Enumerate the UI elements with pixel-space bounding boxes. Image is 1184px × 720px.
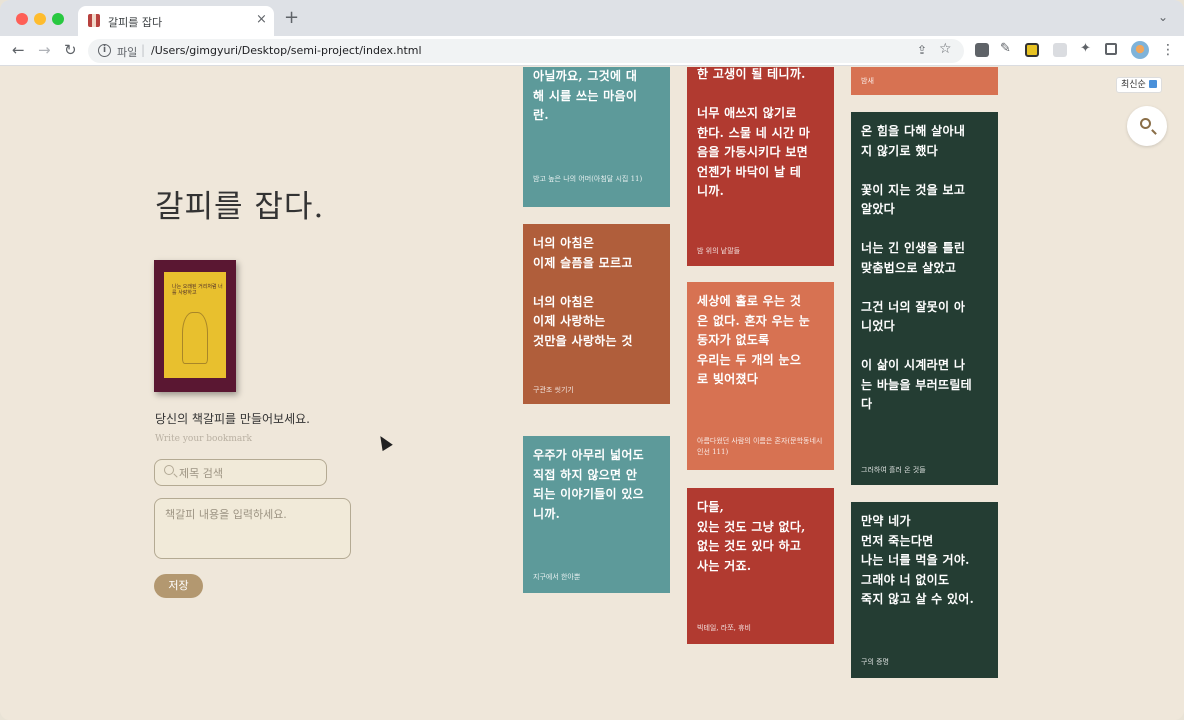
card-quote: 만약 네가 먼저 죽는다면 나는 너를 먹을 거야. 그래야 너 없이도 죽지 … — [861, 514, 975, 606]
tab-title: 갈피를 잡다 — [108, 16, 163, 29]
share-icon[interactable]: ⇪ — [917, 43, 927, 57]
card-source: 밤 위의 낱말들 — [697, 247, 741, 255]
card-source: 그러하여 흘러 온 것들 — [861, 466, 926, 474]
maximize-window-button[interactable] — [52, 13, 64, 25]
new-tab-button[interactable]: + — [284, 9, 299, 27]
extension-icon[interactable] — [975, 43, 989, 57]
bookmark-card[interactable]: 세상에 홀로 우는 것 은 없다. 혼자 우는 눈 동자가 없도록 우리는 두 … — [687, 282, 834, 470]
card-quote: 세상에 홀로 우는 것 은 없다. 혼자 우는 눈 동자가 없도록 우리는 두 … — [697, 294, 811, 386]
menu-kebab-icon[interactable]: ⋮ — [1161, 41, 1175, 59]
bookmark-card[interactable]: 만약 네가 먼저 죽는다면 나는 너를 먹을 거야. 그래야 너 없이도 죽지 … — [851, 502, 998, 678]
sort-order-dropdown[interactable]: 최신순 — [1116, 77, 1162, 93]
floating-search-button[interactable] — [1127, 106, 1167, 146]
bookmark-card[interactable]: 우주가 아무리 넓어도 직접 하지 않으면 안 되는 이야기들이 있으 니까. … — [523, 436, 670, 593]
url-scheme-label: 파일 — [117, 46, 138, 59]
info-icon[interactable]: i — [98, 44, 111, 57]
bookmark-card[interactable]: 다들, 있는 것도 그냥 없다, 없는 것도 있다 하고 사는 거죠. 빅테일,… — [687, 488, 834, 644]
url-separator: | — [141, 43, 146, 57]
address-bar[interactable]: i 파일 | /Users/gimgyuri/Desktop/semi-proj… — [88, 39, 964, 63]
minimize-window-button[interactable] — [34, 13, 46, 25]
card-quote: 온 힘을 다해 살아내 지 않기로 했다 꽃이 지는 것을 보고 알았다 너는 … — [861, 124, 973, 411]
dropdown-icon — [1148, 80, 1157, 88]
reload-icon[interactable]: ↻ — [64, 41, 77, 59]
bookmark-card[interactable]: 너의 아침은 이제 슬픔을 모르고 너의 아침은 이제 사랑하는 것만을 사랑하… — [523, 224, 670, 404]
extension-icon[interactable] — [1053, 43, 1067, 57]
bookmark-card[interactable]: 온 힘을 다해 살아내 지 않기로 했다 꽃이 지는 것을 보고 알았다 너는 … — [851, 112, 998, 485]
search-icon — [1140, 118, 1151, 129]
card-source: 밤고 높은 나의 어머(아침달 시집 11) — [533, 175, 643, 183]
tab-strip: 갈피를 잡다 × + ⌄ — [0, 0, 1184, 36]
close-window-button[interactable] — [16, 13, 28, 25]
browser-toolbar: ← → ↻ i 파일 | /Users/gimgyuri/Desktop/sem… — [0, 36, 1184, 66]
side-panel-icon[interactable] — [1105, 43, 1117, 55]
bookmark-prompt-sub: Write your bookmark — [155, 434, 253, 444]
save-button[interactable]: 저장 — [154, 574, 203, 598]
bookmark-favicon-icon — [88, 14, 100, 27]
title-search-input[interactable] — [179, 465, 319, 481]
profile-avatar[interactable] — [1131, 41, 1149, 59]
book-cover-image: 나는 오래된 거리처럼 너를 사랑하고 — [154, 260, 236, 392]
card-source: 아름다웠던 사람의 이름은 혼자(문학동네시인선 111) — [697, 437, 823, 456]
bookmark-card[interactable]: 밤새 — [851, 67, 998, 95]
bookmark-card[interactable]: 한 고생이 될 테니까. 너무 애쓰지 않기로 한다. 스물 네 시간 마 음을… — [687, 67, 834, 266]
forward-arrow-icon[interactable]: → — [38, 41, 51, 59]
card-source: 구의 증명 — [861, 658, 889, 666]
bookmark-star-icon[interactable]: ☆ — [939, 41, 952, 57]
bookmark-prompt: 당신의 책갈피를 만들어보세요. — [155, 412, 310, 426]
tab-close-icon[interactable]: × — [256, 12, 267, 28]
tab-search-chevron-icon[interactable]: ⌄ — [1158, 10, 1168, 24]
sort-order-label: 최신순 — [1121, 80, 1146, 90]
card-source: 구관조 씻기기 — [533, 386, 574, 394]
extension-icon[interactable] — [1025, 43, 1039, 57]
url-text[interactable]: /Users/gimgyuri/Desktop/semi-project/ind… — [151, 44, 422, 57]
book-cover-text: 나는 오래된 거리처럼 너를 사랑하고 — [172, 284, 223, 296]
card-quote: 다들, 있는 것도 그냥 없다, 없는 것도 있다 하고 사는 거죠. — [697, 500, 806, 573]
page-content: 갈피를 잡다. 나는 오래된 거리처럼 너를 사랑하고 당신의 책갈피를 만들어… — [0, 67, 1184, 720]
bookmark-card[interactable]: 아닐까요, 그것에 대 해 시를 쓰는 마음이 란. 밤고 높은 나의 어머(아… — [523, 67, 670, 207]
card-quote: 한 고생이 될 테니까. 너무 애쓰지 않기로 한다. 스물 네 시간 마 음을… — [697, 67, 811, 198]
mouse-cursor-icon — [375, 432, 393, 452]
back-arrow-icon[interactable]: ← — [12, 41, 25, 59]
page-title: 갈피를 잡다. — [155, 189, 325, 225]
browser-window: 갈피를 잡다 × + ⌄ ← → ↻ i 파일 | /Users/gimgyur… — [0, 0, 1184, 720]
title-search-field[interactable] — [154, 459, 327, 486]
card-source: 밤새 — [861, 77, 874, 85]
search-icon — [164, 465, 174, 475]
card-source: 빅테일, 라쪼, 휴비 — [697, 624, 751, 632]
puzzle-extensions-icon[interactable]: ✦ — [1080, 41, 1094, 56]
eyedropper-icon[interactable]: ✎ — [1000, 42, 1014, 56]
browser-tab[interactable]: 갈피를 잡다 × — [78, 6, 274, 36]
card-source: 지구에서 한아뿐 — [533, 573, 581, 581]
card-quote: 아닐까요, 그것에 대 해 시를 쓰는 마음이 란. — [533, 69, 638, 122]
bookmark-content-input[interactable] — [154, 498, 351, 559]
card-quote: 우주가 아무리 넓어도 직접 하지 않으면 안 되는 이야기들이 있으 니까. — [533, 448, 645, 521]
card-quote: 너의 아침은 이제 슬픔을 모르고 너의 아침은 이제 사랑하는 것만을 사랑하… — [533, 236, 633, 348]
